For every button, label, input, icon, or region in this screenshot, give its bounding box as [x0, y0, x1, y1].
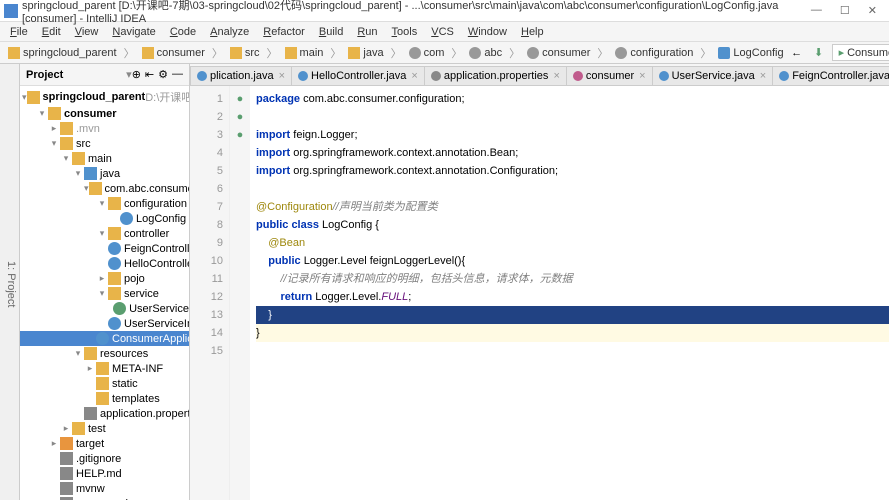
- tree-node[interactable]: mvnw: [20, 481, 189, 496]
- code-editor[interactable]: package com.abc.consumer.configuration; …: [250, 86, 889, 500]
- tree-node[interactable]: ▸pojo: [20, 271, 189, 286]
- breadcrumb-item[interactable]: src: [226, 46, 264, 60]
- tree-node[interactable]: ▾resources: [20, 346, 189, 361]
- breadcrumb-item[interactable]: abc: [465, 46, 506, 60]
- tree-node[interactable]: ▾java: [20, 166, 189, 181]
- breadcrumb-item[interactable]: com: [405, 46, 449, 60]
- menu-help[interactable]: Help: [515, 24, 550, 40]
- tool-Project[interactable]: 1: Project: [3, 68, 19, 500]
- menu-navigate[interactable]: Navigate: [106, 24, 161, 40]
- menu-refactor[interactable]: Refactor: [257, 24, 311, 40]
- tree-node[interactable]: templates: [20, 391, 189, 406]
- tree-node[interactable]: ▸META-INF: [20, 361, 189, 376]
- tree-node[interactable]: HELP.md: [20, 466, 189, 481]
- tree-node[interactable]: HelloController: [20, 256, 189, 271]
- menu-vcs[interactable]: VCS: [425, 24, 460, 40]
- select-opened-icon[interactable]: ⊕: [132, 68, 141, 81]
- menu-run[interactable]: Run: [351, 24, 383, 40]
- gutter-icons: ●●●: [230, 86, 250, 500]
- app-icon: [4, 4, 18, 18]
- hide-icon[interactable]: —: [172, 68, 183, 81]
- breadcrumb-item[interactable]: springcloud_parent: [4, 46, 121, 60]
- tree-node[interactable]: ▸test: [20, 421, 189, 436]
- tree-node[interactable]: ▾consumer: [20, 106, 189, 121]
- close-button[interactable]: ✕: [868, 4, 877, 17]
- menu-view[interactable]: View: [69, 24, 105, 40]
- tree-node[interactable]: ▾com.abc.consumer: [20, 181, 189, 196]
- collapse-icon[interactable]: ⇤: [145, 68, 154, 81]
- tab-close-icon[interactable]: ×: [760, 70, 766, 82]
- maximize-button[interactable]: ☐: [840, 4, 850, 17]
- tree-node[interactable]: UserServiceImpl: [20, 316, 189, 331]
- breadcrumb-item[interactable]: configuration: [611, 46, 697, 60]
- tree-node[interactable]: application.properties: [20, 406, 189, 421]
- tab-close-icon[interactable]: ×: [411, 70, 417, 82]
- breadcrumb-item[interactable]: main: [281, 46, 328, 60]
- menu-edit[interactable]: Edit: [36, 24, 67, 40]
- left-tool-strip: 1: Project7: Structure2: FavoritesWeb: [0, 64, 20, 500]
- tree-root[interactable]: ▾springcloud_parent D:\开课吧-7期\03-spring: [20, 88, 189, 106]
- tree-node[interactable]: mvnw.cmd: [20, 496, 189, 500]
- breadcrumb-item[interactable]: LogConfig: [714, 46, 787, 60]
- tree-node[interactable]: .gitignore: [20, 451, 189, 466]
- tree-node[interactable]: ConsumerApplication: [20, 331, 189, 346]
- tree-node[interactable]: ▾configuration: [20, 196, 189, 211]
- menu-window[interactable]: Window: [462, 24, 513, 40]
- breadcrumb: springcloud_parent〉consumer〉src〉main〉jav…: [4, 45, 788, 61]
- tree-node[interactable]: ▾controller: [20, 226, 189, 241]
- tab-close-icon[interactable]: ×: [279, 70, 285, 82]
- editor-tab[interactable]: UserService.java×: [652, 66, 774, 85]
- run-configuration-selector[interactable]: ▸ ConsumerApplication ▾: [832, 44, 889, 61]
- window-title: springcloud_parent [D:\开课吧-7期\03-springc…: [22, 0, 811, 25]
- project-panel-title: Project: [26, 69, 123, 81]
- project-tree[interactable]: ▾springcloud_parent D:\开课吧-7期\03-spring▾…: [20, 86, 189, 500]
- menubar: FileEditViewNavigateCodeAnalyzeRefactorB…: [0, 22, 889, 42]
- line-numbers: 123456789101112131415: [190, 86, 230, 500]
- tool-Structure[interactable]: 7: Structure: [0, 68, 3, 500]
- editor-tab[interactable]: consumer×: [566, 66, 653, 85]
- tree-node[interactable]: FeignController: [20, 241, 189, 256]
- tab-close-icon[interactable]: ×: [553, 70, 559, 82]
- tree-node[interactable]: ▸.mvn: [20, 121, 189, 136]
- menu-analyze[interactable]: Analyze: [204, 24, 255, 40]
- minimize-button[interactable]: —: [811, 4, 822, 17]
- build-icon[interactable]: ⬇: [810, 44, 828, 62]
- breadcrumb-item[interactable]: consumer: [138, 46, 209, 60]
- tree-node[interactable]: ▾main: [20, 151, 189, 166]
- tree-node[interactable]: ▾src: [20, 136, 189, 151]
- tree-node[interactable]: LogConfig: [20, 211, 189, 226]
- menu-tools[interactable]: Tools: [386, 24, 424, 40]
- editor-tab[interactable]: FeignController.java×: [772, 66, 889, 85]
- tree-node[interactable]: ▾service: [20, 286, 189, 301]
- tree-node[interactable]: ▸target: [20, 436, 189, 451]
- menu-build[interactable]: Build: [313, 24, 349, 40]
- editor-tab[interactable]: HelloController.java×: [291, 66, 425, 85]
- tree-node[interactable]: static: [20, 376, 189, 391]
- editor-tabs: plication.java×HelloController.java×appl…: [190, 64, 889, 86]
- tree-node[interactable]: UserService: [20, 301, 189, 316]
- breadcrumb-item[interactable]: java: [344, 46, 387, 60]
- editor-tab[interactable]: plication.java×: [190, 66, 292, 85]
- settings-icon[interactable]: ⚙: [158, 68, 168, 81]
- tab-close-icon[interactable]: ×: [639, 70, 645, 82]
- menu-file[interactable]: File: [4, 24, 34, 40]
- back-icon[interactable]: ←: [788, 44, 806, 62]
- menu-code[interactable]: Code: [164, 24, 202, 40]
- editor-tab[interactable]: application.properties×: [424, 66, 567, 85]
- breadcrumb-item[interactable]: consumer: [523, 46, 594, 60]
